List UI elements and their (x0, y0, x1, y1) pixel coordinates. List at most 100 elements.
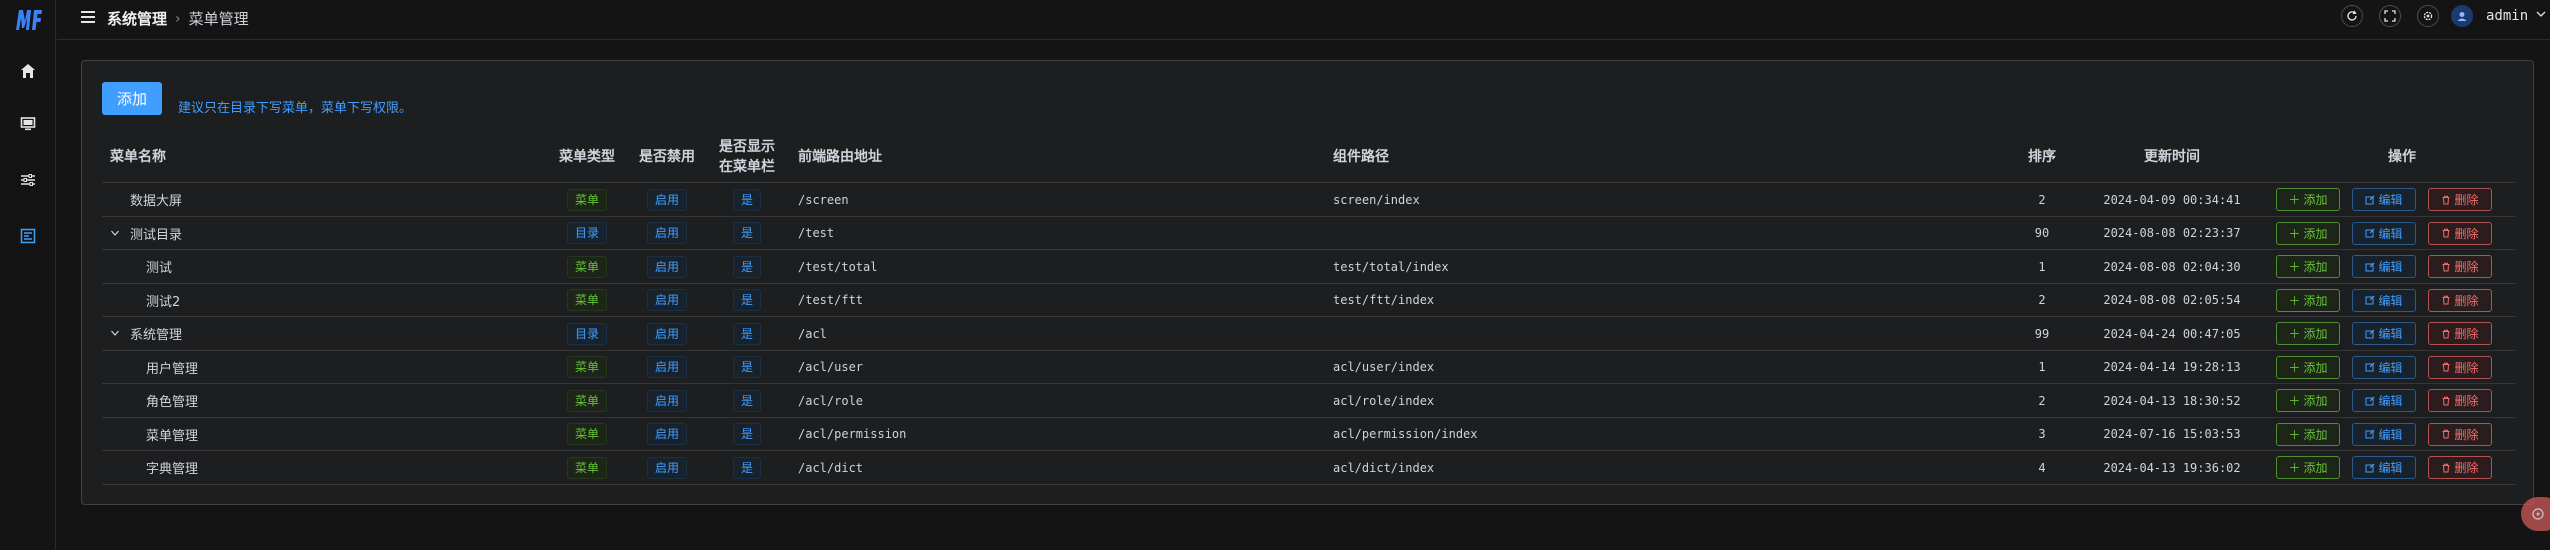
top-header: 系统管理 › 菜单管理 admin (57, 0, 2550, 40)
cell-name: 数据大屏 (130, 194, 183, 209)
col-show-line2: 在菜单栏 (719, 159, 775, 175)
cell-sort: 2 (2038, 393, 2046, 408)
cell-name: 角色管理 (146, 395, 199, 410)
cell-component: acl/user/index (1333, 360, 1435, 374)
visible-tag: 是 (732, 255, 761, 278)
row-edit-button[interactable]: 编辑 (2352, 188, 2416, 211)
cell-name: 菜单管理 (146, 428, 199, 444)
status-tag: 启用 (646, 356, 687, 378)
status-tag: 启用 (646, 456, 687, 479)
cell-component: test/total/index (1333, 259, 1449, 274)
visible-tag: 是 (732, 188, 761, 211)
plus-icon: ＋ (2288, 226, 2301, 241)
row-add-label: 添加 (2303, 293, 2328, 308)
add-menu-button[interactable]: 添加 (102, 82, 162, 115)
edit-icon (2365, 463, 2375, 472)
type-tag: 目录 (566, 222, 607, 244)
cell-updated: 2024-04-13 18:30:52 (2103, 393, 2241, 408)
row-add-button[interactable]: ＋添加 (2276, 288, 2340, 312)
row-delete-button[interactable]: 删除 (2428, 188, 2492, 211)
table-body: 数据大屏 菜单 启用是/screen screen/index 2 2024-04-09 … (102, 183, 2515, 485)
visible-tag: 是 (732, 456, 761, 479)
cell-route: /test (798, 226, 835, 240)
row-delete-button[interactable]: 删除 (2428, 255, 2492, 278)
user-name[interactable]: admin (2486, 8, 2528, 24)
cell-component: acl/role/index (1333, 393, 1435, 408)
row-delete-button[interactable]: 删除 (2428, 355, 2492, 379)
row-add-button[interactable]: ＋添加 (2276, 322, 2340, 345)
row-add-button[interactable]: ＋添加 (2276, 355, 2340, 379)
menu-toggle-icon[interactable] (81, 11, 95, 23)
refresh-button[interactable] (2341, 5, 2363, 27)
col-actions: 操作 (2388, 149, 2416, 165)
row-delete-label: 删除 (2454, 360, 2479, 375)
row-edit-button[interactable]: 编辑 (2352, 389, 2416, 412)
col-sort: 排序 (2028, 149, 2056, 165)
plus-icon: ＋ (2288, 427, 2301, 442)
row-edit-button[interactable]: 编辑 (2352, 422, 2416, 446)
row-add-button[interactable]: ＋添加 (2276, 422, 2340, 446)
row-edit-button[interactable]: 编辑 (2352, 456, 2416, 479)
cell-component: acl/permission/index (1333, 427, 1478, 441)
row-edit-button[interactable]: 编辑 (2352, 221, 2416, 245)
row-edit-button[interactable]: 编辑 (2352, 355, 2416, 379)
row-delete-button[interactable]: 删除 (2428, 288, 2492, 312)
chevron-down-icon[interactable] (2535, 8, 2547, 20)
edit-icon (2365, 262, 2375, 271)
row-delete-button[interactable]: 删除 (2428, 389, 2492, 412)
nav-monitor[interactable] (14, 110, 42, 138)
chevron-down-icon[interactable] (110, 328, 120, 338)
row-edit-button[interactable]: 编辑 (2352, 288, 2416, 312)
edit-icon (2365, 295, 2375, 305)
col-route: 前端路由地址 (798, 149, 882, 165)
breadcrumb-separator-icon: › (175, 10, 181, 27)
cell-component (1333, 217, 1933, 250)
chevron-down-icon[interactable] (110, 228, 120, 238)
cell-sort: 2 (2038, 192, 2046, 207)
floating-assistant-button[interactable] (2521, 497, 2550, 531)
row-edit-label: 编辑 (2378, 293, 2403, 308)
row-add-button[interactable]: ＋添加 (2276, 389, 2340, 412)
avatar-icon (2457, 12, 2467, 21)
breadcrumb-item-system[interactable]: 系统管理 (107, 8, 167, 29)
row-delete-button[interactable]: 删除 (2428, 221, 2492, 245)
row-add-button[interactable]: ＋添加 (2276, 255, 2340, 278)
assistant-icon (2532, 508, 2544, 520)
trash-icon (2442, 195, 2450, 204)
plus-icon: ＋ (2288, 394, 2301, 408)
cell-name: 系统管理 (130, 328, 183, 343)
row-delete-button[interactable]: 删除 (2428, 322, 2492, 345)
cell-name: 字典管理 (146, 462, 199, 477)
edit-icon (2365, 228, 2375, 238)
fullscreen-button[interactable] (2379, 5, 2401, 27)
row-delete-button[interactable]: 删除 (2428, 456, 2492, 479)
nav-settings[interactable] (14, 166, 42, 194)
row-edit-button[interactable]: 编辑 (2352, 322, 2416, 345)
row-add-button[interactable]: ＋添加 (2276, 188, 2340, 211)
nav-home[interactable] (14, 57, 42, 85)
row-add-label: 添加 (2303, 260, 2328, 274)
row-delete-label: 删除 (2454, 394, 2479, 408)
nav-dashboard[interactable] (14, 222, 42, 250)
row-add-button[interactable]: ＋添加 (2276, 456, 2340, 479)
cell-sort: 1 (2038, 360, 2046, 374)
row-add-button[interactable]: ＋添加 (2276, 221, 2340, 245)
col-type: 菜单类型 (559, 149, 615, 165)
sliders-icon (21, 174, 35, 186)
plus-icon: ＋ (2288, 461, 2301, 475)
cell-component: test/ftt/index (1333, 293, 1435, 307)
cell-component (1333, 317, 1933, 350)
settings-button[interactable] (2417, 5, 2439, 27)
row-add-label: 添加 (2303, 226, 2328, 241)
row-edit-button[interactable]: 编辑 (2352, 255, 2416, 278)
cell-route: /acl/dict (798, 460, 864, 475)
visible-tag: 是 (732, 222, 761, 244)
visible-tag: 是 (732, 389, 761, 412)
avatar[interactable] (2451, 5, 2473, 27)
row-delete-button[interactable]: 删除 (2428, 422, 2492, 446)
row-edit-label: 编辑 (2378, 394, 2403, 408)
row-delete-label: 删除 (2454, 260, 2479, 274)
sidebar (0, 0, 56, 550)
table-row: 角色管理 菜单 启用 是/acl/role acl/role/index 2 2024-04… (102, 384, 2515, 418)
cell-sort: 3 (2038, 427, 2046, 441)
